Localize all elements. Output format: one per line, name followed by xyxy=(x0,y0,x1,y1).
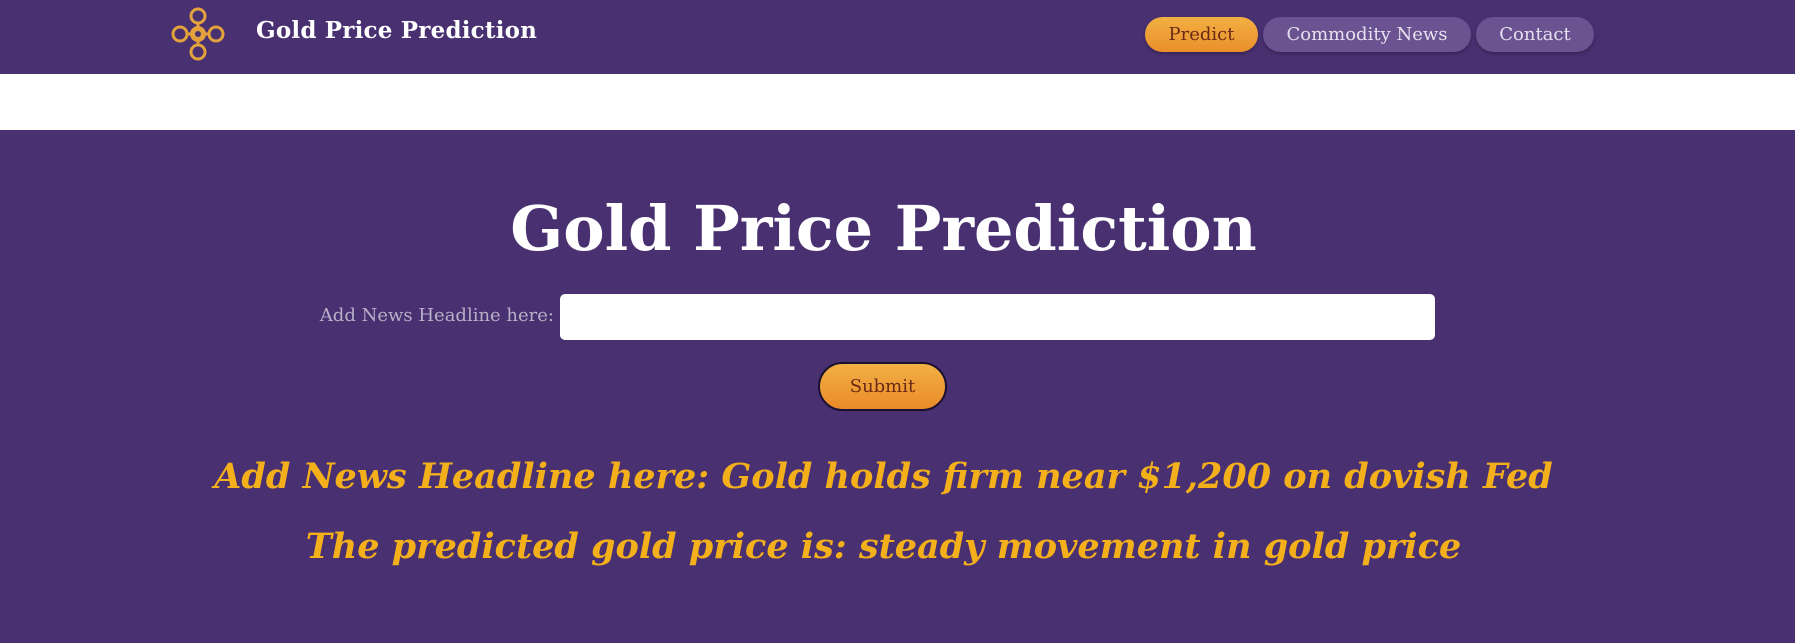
result-headline-text: Add News Headline here: Gold holds firm … xyxy=(214,456,1553,497)
gold-ornament-icon[interactable] xyxy=(168,4,228,64)
headline-input-label: Add News Headline here: xyxy=(319,305,554,326)
submit-button[interactable]: Submit xyxy=(818,362,947,411)
headline-input[interactable] xyxy=(560,294,1435,340)
banner-strip xyxy=(0,74,1795,130)
nav-contact-button[interactable]: Contact xyxy=(1476,17,1594,52)
nav-commodity-news-button[interactable]: Commodity News xyxy=(1263,17,1471,52)
result-prediction-text: The predicted gold price is: steady move… xyxy=(305,526,1462,567)
brand-title[interactable]: Gold Price Prediction xyxy=(256,17,537,44)
nav-predict-button[interactable]: Predict xyxy=(1145,17,1258,52)
navbar: Gold Price Prediction Predict Commodity … xyxy=(0,0,1795,74)
page-title: Gold Price Prediction xyxy=(510,192,1257,265)
